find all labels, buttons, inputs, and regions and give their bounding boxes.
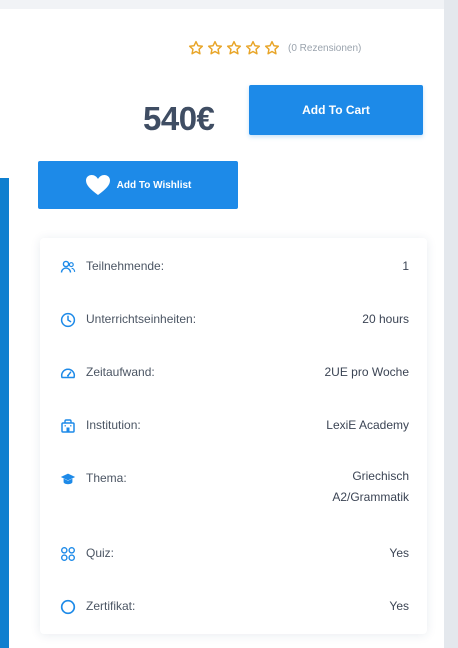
detail-value: 1 bbox=[402, 259, 409, 273]
star-icon[interactable] bbox=[264, 40, 280, 56]
detail-label: Zeitaufwand: bbox=[86, 365, 155, 379]
detail-label: Unterrichtseinheiten: bbox=[86, 312, 197, 326]
graduation-cap-icon bbox=[60, 471, 76, 487]
detail-value: 20 hours bbox=[362, 312, 409, 326]
detail-value-multiline: Griechisch A2/Grammatik bbox=[332, 466, 409, 508]
clock-icon bbox=[60, 312, 76, 328]
add-to-wishlist-label: Add To Wishlist bbox=[116, 179, 192, 191]
users-icon bbox=[60, 259, 76, 275]
detail-value: Yes bbox=[389, 546, 409, 560]
detail-label: Thema: bbox=[86, 471, 127, 485]
detail-value: LexiE Academy bbox=[326, 418, 409, 432]
star-icon[interactable] bbox=[226, 40, 242, 56]
add-to-cart-label: Add To Cart bbox=[302, 103, 370, 117]
circle-icon bbox=[60, 599, 76, 615]
heart-icon bbox=[85, 175, 110, 195]
add-to-wishlist-button[interactable]: Add To Wishlist bbox=[38, 161, 238, 209]
star-icon[interactable] bbox=[188, 40, 204, 56]
detail-value-line: A2/Grammatik bbox=[332, 490, 409, 504]
grid-icon bbox=[60, 546, 76, 562]
add-to-cart-button[interactable]: Add To Cart bbox=[249, 85, 423, 135]
left-accent-band bbox=[0, 178, 9, 648]
course-details-panel: Teilnehmende: 1 Unterrichtseinheiten: 20… bbox=[40, 238, 427, 634]
detail-value: 2UE pro Woche bbox=[324, 365, 410, 379]
detail-label: Zertifikat: bbox=[86, 599, 136, 613]
building-icon bbox=[60, 418, 76, 434]
detail-label: Quiz: bbox=[86, 546, 115, 560]
course-price: 540€ bbox=[143, 100, 215, 137]
detail-value-line: Griechisch bbox=[352, 469, 409, 483]
detail-label: Institution: bbox=[86, 418, 141, 432]
detail-value: Yes bbox=[389, 599, 409, 613]
right-edge-band bbox=[444, 0, 458, 648]
course-sidebar-page: (0 Rezensionen) 540€ Add To Cart Add To … bbox=[0, 0, 458, 648]
star-icon[interactable] bbox=[245, 40, 261, 56]
rating[interactable]: (0 Rezensionen) bbox=[188, 38, 428, 58]
top-strip bbox=[0, 0, 458, 9]
review-count[interactable]: (0 Rezensionen) bbox=[288, 43, 361, 54]
gauge-icon bbox=[60, 365, 76, 381]
star-icon[interactable] bbox=[207, 40, 223, 56]
detail-label: Teilnehmende: bbox=[86, 259, 165, 273]
